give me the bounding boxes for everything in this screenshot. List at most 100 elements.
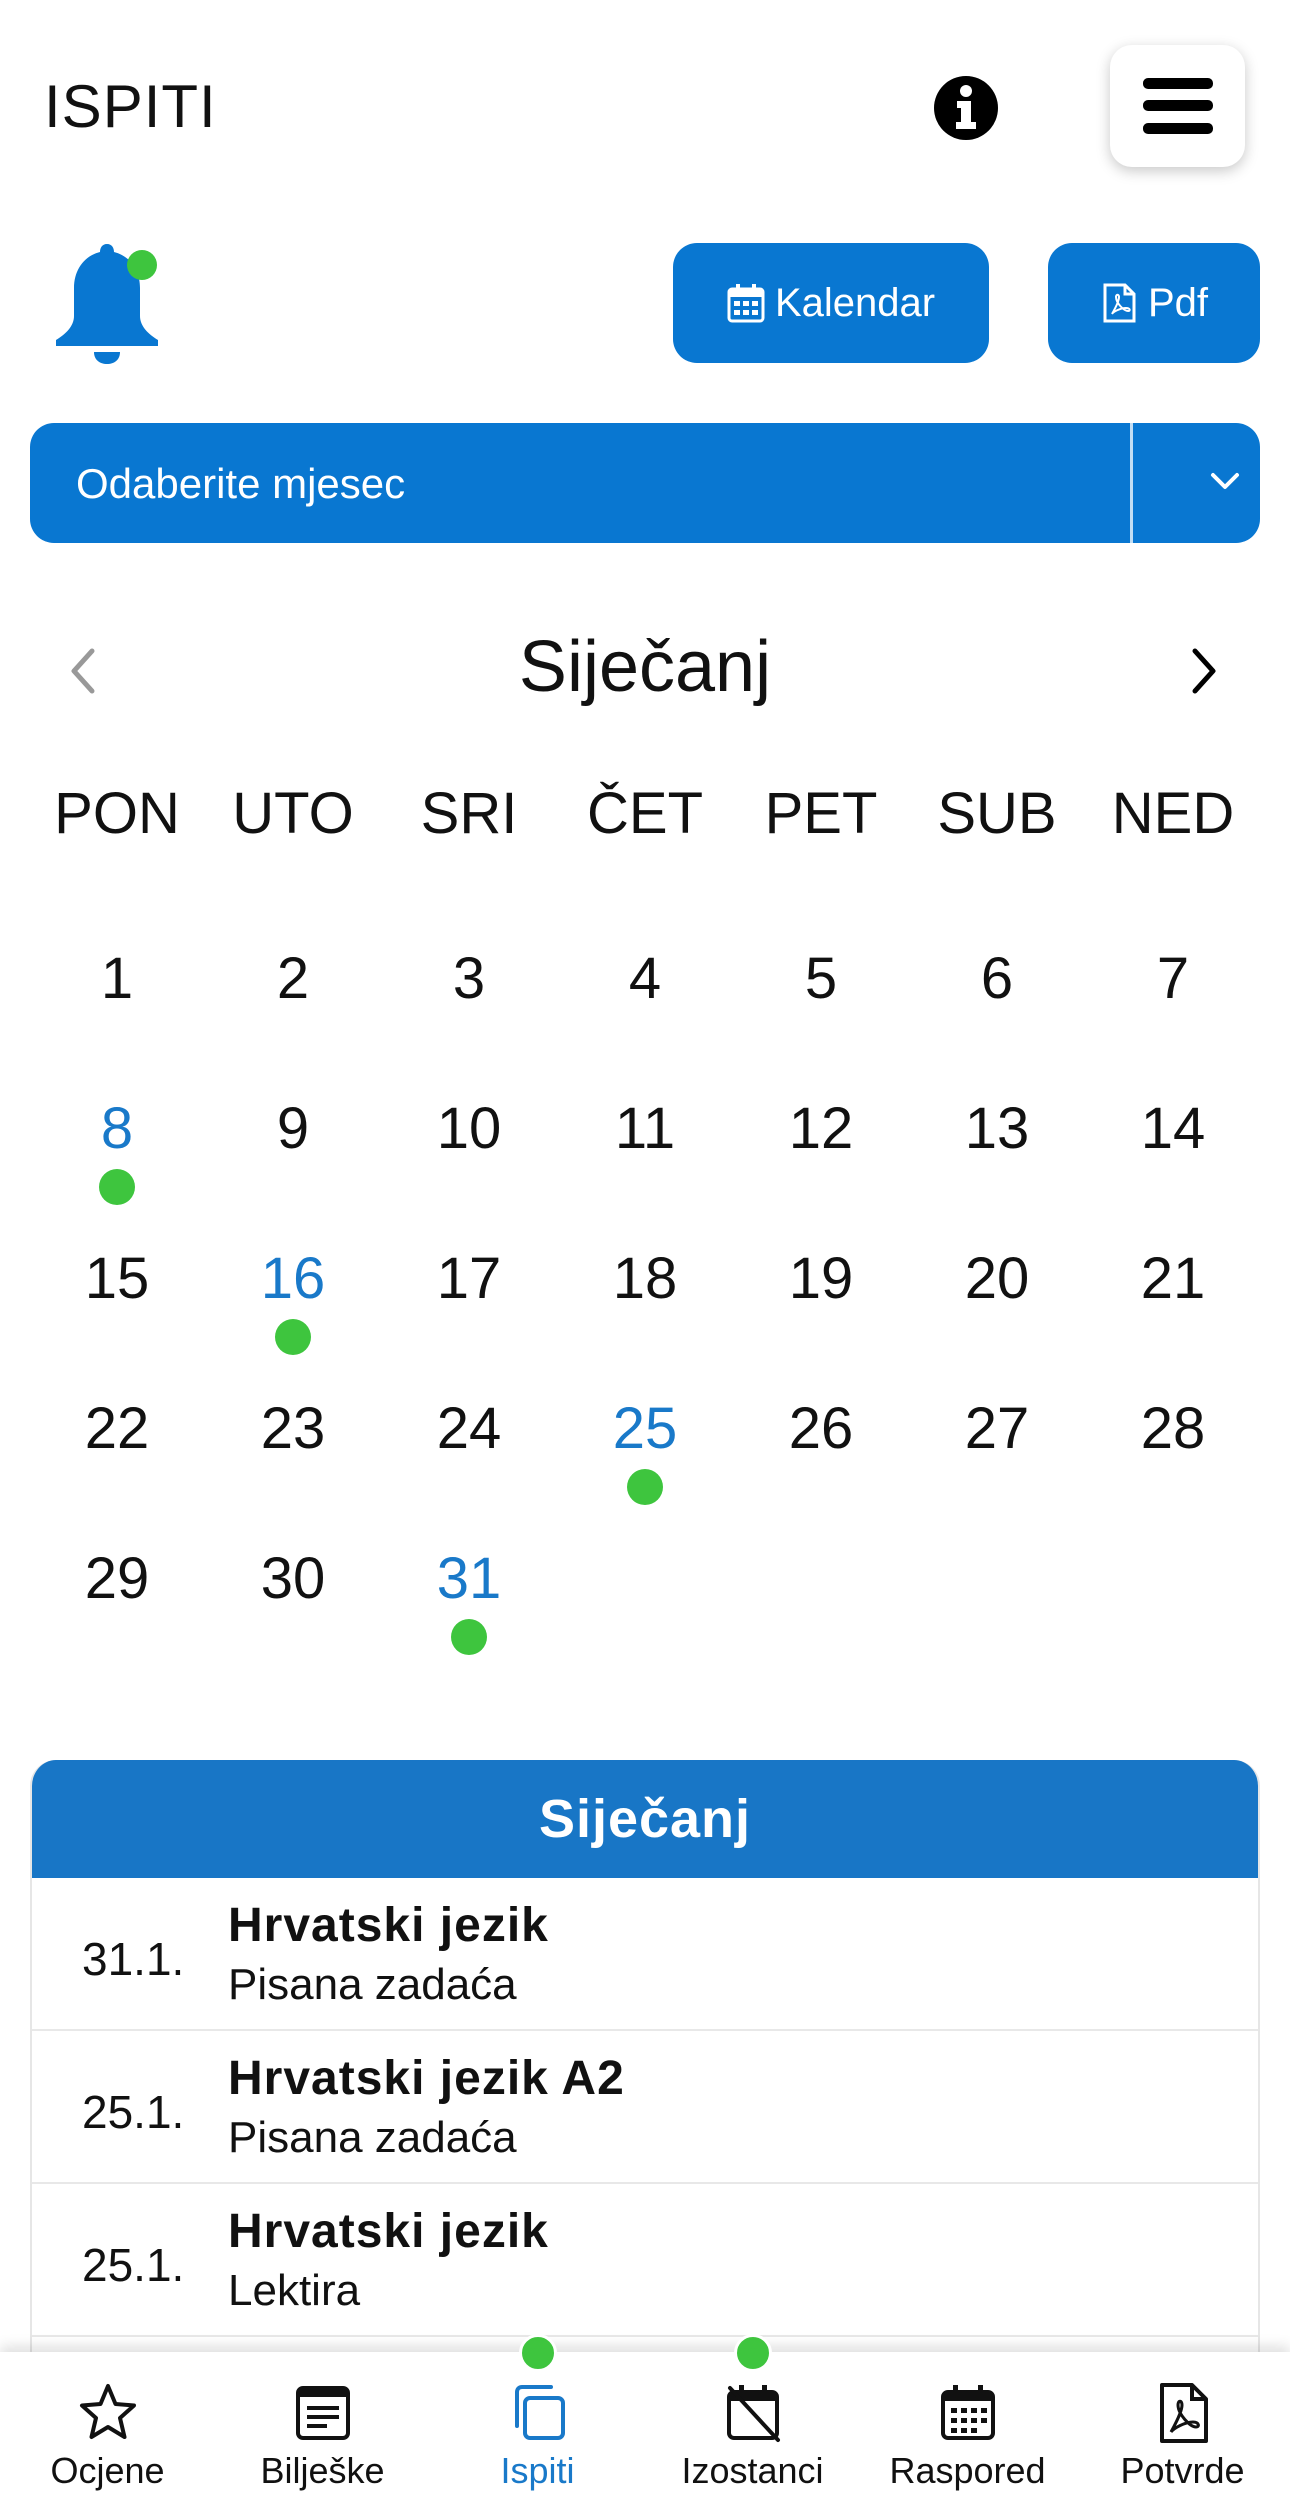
calendar-icon <box>727 284 765 323</box>
calendar-button[interactable]: Kalendar <box>673 243 989 363</box>
calendar-day-number: 16 <box>260 1246 326 1311</box>
calendar-day[interactable]: 12 <box>733 1095 909 1245</box>
calendar-day[interactable]: 31 <box>381 1545 557 1695</box>
exam-date: 25.1. <box>82 2086 185 2138</box>
calendar-day-number: 26 <box>788 1396 854 1461</box>
calendar-grid: 1 2 3 4 5 6 7 8 9 10 11 12 13 14 15 16 17 18 19 20 21 22 23 24 2… <box>29 945 1261 1695</box>
calendar-day-number: 18 <box>612 1246 678 1311</box>
nav-item-potvrde[interactable]: Potvrde <box>1075 2352 1290 2517</box>
copy-icon <box>514 2385 565 2440</box>
weekday-label: NED <box>1111 781 1235 846</box>
pdf-button[interactable]: Pdf <box>1048 243 1260 363</box>
calendar-day[interactable]: 30 <box>205 1545 381 1695</box>
calendar-day-number: 4 <box>628 946 662 1011</box>
nav-badge <box>733 2334 772 2372</box>
file-pdf-icon <box>1103 283 1136 323</box>
menu-button[interactable] <box>1110 45 1245 167</box>
calendar-day-number: 12 <box>788 1096 854 1161</box>
calendar-day-number: 13 <box>964 1096 1030 1161</box>
calendar-day[interactable]: 27 <box>909 1395 1085 1545</box>
calendar-day-number: 5 <box>804 946 838 1011</box>
info-circle-icon[interactable] <box>932 74 1000 142</box>
calendar-day[interactable]: 1 <box>29 945 205 1095</box>
calendar-day[interactable]: 10 <box>381 1095 557 1245</box>
calendar-day[interactable]: 25 <box>557 1395 733 1545</box>
page-title: ISPITI <box>44 73 217 140</box>
calendar-day-number: 19 <box>788 1246 854 1311</box>
exam-date: 25.1. <box>82 2239 185 2291</box>
calendar-month-title: Siječanj <box>518 627 772 707</box>
weekday-label: SUB <box>937 781 1057 846</box>
calendar-off-icon <box>726 2385 780 2442</box>
nav-item-ispiti[interactable]: Ispiti <box>430 2334 645 2517</box>
calendar-day-number: 30 <box>260 1546 326 1611</box>
calendar-day-number: 9 <box>276 1096 310 1161</box>
nav-item-biljeske[interactable]: Bilješke <box>215 2352 430 2517</box>
calendar-day[interactable]: 28 <box>1085 1395 1261 1545</box>
calendar-day[interactable]: 5 <box>733 945 909 1095</box>
calendar-day[interactable]: 19 <box>733 1245 909 1395</box>
bottom-nav: Ocjene Bilješke Ispiti Izostanci Raspore… <box>0 2334 1290 2517</box>
calendar-day[interactable]: 3 <box>381 945 557 1095</box>
calendar-day-number: 8 <box>100 1096 134 1161</box>
calendar-day-number: 6 <box>980 946 1014 1011</box>
month-select-placeholder: Odaberite mjesec <box>76 460 406 507</box>
exam-subject: Hrvatski jezik A2 <box>228 2052 625 2105</box>
calendar-day[interactable]: 6 <box>909 945 1085 1095</box>
calendar-day[interactable]: 29 <box>29 1545 205 1695</box>
exam-subject: Hrvatski jezik <box>228 1899 549 1952</box>
calendar-button-label: Kalendar <box>774 280 936 325</box>
exam-type: Lektira <box>228 2266 361 2315</box>
calendar-day[interactable]: 16 <box>205 1245 381 1395</box>
chevron-down-icon <box>1211 473 1239 489</box>
calendar-day-number: 11 <box>614 1096 676 1161</box>
weekday-label: PET <box>764 781 878 846</box>
nav-badge <box>518 2334 557 2372</box>
pdf-button-label: Pdf <box>1147 280 1209 325</box>
calendar-day[interactable]: 13 <box>909 1095 1085 1245</box>
calendar-day[interactable]: 20 <box>909 1245 1085 1395</box>
exam-indicator-dot <box>451 1619 487 1655</box>
nav-item-izostanci[interactable]: Izostanci <box>645 2334 860 2517</box>
calendar-day-number: 21 <box>1140 1246 1206 1311</box>
exam-list-item[interactable]: 25.1. Hrvatski jezik A2 Pisana zadaća <box>32 2031 1258 2184</box>
calendar-day-number: 7 <box>1156 946 1190 1011</box>
calendar-day-number: 22 <box>84 1396 150 1461</box>
calendar-day-number: 14 <box>1140 1096 1206 1161</box>
nav-item-ocjene[interactable]: Ocjene <box>0 2352 215 2517</box>
exam-date: 31.1. <box>82 1933 185 1985</box>
calendar-day[interactable]: 15 <box>29 1245 205 1395</box>
nav-label: Ocjene <box>50 2450 165 2491</box>
calendar-day[interactable]: 26 <box>733 1395 909 1545</box>
nav-item-raspored[interactable]: Raspored <box>860 2352 1075 2517</box>
weekday-header: PON UTO SRI ČET PET SUB NED <box>29 780 1261 860</box>
calendar-day[interactable]: 2 <box>205 945 381 1095</box>
calendar-nav: Siječanj <box>0 620 1290 720</box>
hamburger-menu-icon <box>1142 78 1213 134</box>
chevron-right-icon[interactable] <box>1185 645 1225 697</box>
calendar-day[interactable]: 9 <box>205 1095 381 1245</box>
month-select[interactable]: Odaberite mjesec <box>30 423 1260 543</box>
calendar-day[interactable]: 4 <box>557 945 733 1095</box>
calendar-grid-icon <box>940 2385 995 2440</box>
calendar-day[interactable]: 21 <box>1085 1245 1261 1395</box>
calendar-day[interactable]: 22 <box>29 1395 205 1545</box>
calendar-day[interactable]: 7 <box>1085 945 1261 1095</box>
exam-list-item[interactable]: 25.1. Hrvatski jezik Lektira <box>32 2184 1258 2337</box>
nav-label: Bilješke <box>260 2450 385 2491</box>
calendar-day-number: 27 <box>964 1396 1030 1461</box>
calendar-day-number: 25 <box>612 1396 678 1461</box>
calendar-day[interactable]: 14 <box>1085 1095 1261 1245</box>
notification-badge <box>127 250 157 280</box>
notes-icon <box>295 2386 350 2440</box>
calendar-day[interactable]: 18 <box>557 1245 733 1395</box>
calendar-day[interactable]: 23 <box>205 1395 381 1545</box>
exam-list-item[interactable]: 31.1. Hrvatski jezik Pisana zadaća <box>32 1878 1258 2031</box>
calendar-day-number: 28 <box>1140 1396 1206 1461</box>
calendar-day[interactable]: 17 <box>381 1245 557 1395</box>
calendar-day[interactable]: 24 <box>381 1395 557 1545</box>
weekday-label: UTO <box>232 781 354 846</box>
calendar-day[interactable]: 11 <box>557 1095 733 1245</box>
file-pdf-icon <box>1159 2383 1208 2443</box>
calendar-day[interactable]: 8 <box>29 1095 205 1245</box>
